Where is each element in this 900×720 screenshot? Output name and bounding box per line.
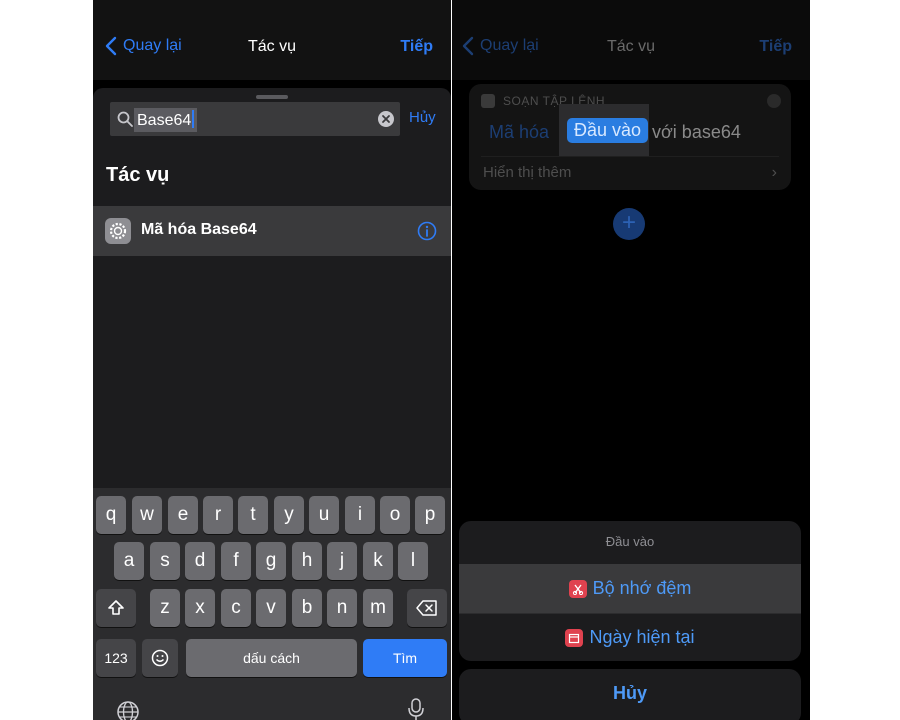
info-icon[interactable] <box>417 221 437 241</box>
search-input[interactable]: Base64 <box>110 102 400 136</box>
next-button[interactable]: Tiếp <box>759 38 792 56</box>
key-o[interactable]: o <box>380 496 410 534</box>
backspace-icon <box>416 600 437 616</box>
action-verb[interactable]: Mã hóa <box>489 122 549 143</box>
key-u[interactable]: u <box>309 496 339 534</box>
input-picker-menu: Đầu vào Bộ nhớ đệm Ngày hiện tại <box>459 521 801 661</box>
action-sentence: Mã hóa Đầu vào với base64 <box>469 104 791 158</box>
search-key[interactable]: Tìm <box>363 639 447 677</box>
key-p[interactable]: p <box>415 496 445 534</box>
key-b[interactable]: b <box>292 589 322 627</box>
key-e[interactable]: e <box>168 496 198 534</box>
search-cancel-button[interactable]: Hủy <box>409 109 436 126</box>
key-t[interactable]: t <box>238 496 268 534</box>
numbers-key[interactable]: 123 <box>96 639 136 677</box>
search-query: Base64 <box>134 108 198 132</box>
emoji-icon <box>151 649 169 667</box>
clear-icon[interactable] <box>378 111 394 127</box>
next-button[interactable]: Tiếp <box>400 38 433 56</box>
space-key[interactable]: dấu cách <box>186 639 357 677</box>
menu-option-label: Ngày hiện tại <box>589 627 695 647</box>
keyboard: q w e r t y u i o p a s d f g h j k l z … <box>93 488 451 720</box>
action-result-row[interactable]: Mã hóa Base64 <box>93 206 451 256</box>
nav-title: Tác vụ <box>247 38 296 55</box>
key-m[interactable]: m <box>363 589 393 627</box>
search-icon <box>117 111 133 127</box>
key-y[interactable]: y <box>274 496 304 534</box>
nav-bar: Quay lại Tác vụ Tiếp <box>93 0 451 80</box>
key-s[interactable]: s <box>150 542 180 580</box>
key-f[interactable]: f <box>221 542 251 580</box>
card-divider <box>481 156 779 157</box>
key-k[interactable]: k <box>363 542 393 580</box>
shift-icon <box>108 600 124 615</box>
section-title: Tác vụ <box>106 164 170 186</box>
shift-key[interactable] <box>96 589 136 627</box>
key-q[interactable]: q <box>96 496 126 534</box>
action-suffix: với base64 <box>652 122 741 142</box>
action-card: SOẠN TẬP LỆNH Mã hóa Đầu vào với base64 … <box>469 84 791 190</box>
menu-option-clipboard[interactable]: Bộ nhớ đệm <box>459 564 801 613</box>
chevron-right-icon: › <box>771 164 777 181</box>
gear-icon <box>105 218 131 244</box>
menu-cancel-button[interactable]: Hủy <box>459 669 801 720</box>
key-h[interactable]: h <box>292 542 322 580</box>
key-n[interactable]: n <box>327 589 357 627</box>
key-i[interactable]: i <box>345 496 375 534</box>
input-parameter-highlight: Đầu vào <box>559 104 649 156</box>
phone-screen-search: Quay lại Tác vụ Tiếp Base64 Hủy Tác vụ M… <box>93 0 451 720</box>
nav-title: Tác vụ <box>606 38 655 55</box>
show-more-button[interactable]: Hiển thị thêm <box>483 164 571 181</box>
script-icon <box>481 94 495 108</box>
emoji-key[interactable] <box>142 639 178 677</box>
dimmed-editor: Quay lại Tác vụ Tiếp SOẠN TẬP LỆNH Mã hó… <box>452 0 810 520</box>
key-g[interactable]: g <box>256 542 286 580</box>
key-c[interactable]: c <box>221 589 251 627</box>
key-j[interactable]: j <box>327 542 357 580</box>
globe-icon[interactable] <box>115 699 141 720</box>
add-action-button[interactable]: + <box>613 208 645 240</box>
key-l[interactable]: l <box>398 542 428 580</box>
clipboard-icon <box>568 579 587 598</box>
microphone-icon[interactable] <box>403 696 429 720</box>
phone-screen-shortcut: Quay lại Tác vụ Tiếp SOẠN TẬP LỆNH Mã hó… <box>452 0 810 720</box>
menu-option-label: Bộ nhớ đệm <box>592 578 692 598</box>
nav-bar: Quay lại Tác vụ Tiếp <box>452 0 810 80</box>
sheet-grabber[interactable] <box>256 95 288 99</box>
action-label: Mã hóa Base64 <box>141 221 257 238</box>
delete-key[interactable] <box>407 589 447 627</box>
key-x[interactable]: x <box>185 589 215 627</box>
menu-option-current-date[interactable]: Ngày hiện tại <box>459 613 801 661</box>
close-icon[interactable] <box>767 94 781 108</box>
key-v[interactable]: v <box>256 589 286 627</box>
key-a[interactable]: a <box>114 542 144 580</box>
key-w[interactable]: w <box>132 496 162 534</box>
key-d[interactable]: d <box>185 542 215 580</box>
key-z[interactable]: z <box>150 589 180 627</box>
calendar-icon <box>565 628 584 647</box>
key-r[interactable]: r <box>203 496 233 534</box>
menu-title: Đầu vào <box>605 534 655 549</box>
input-parameter-pill[interactable]: Đầu vào <box>567 118 649 143</box>
